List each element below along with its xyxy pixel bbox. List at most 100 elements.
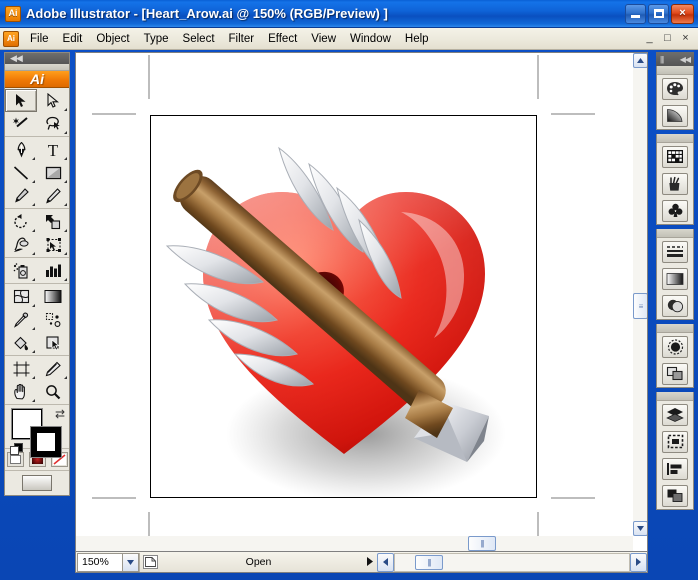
column-graph-tool[interactable]: [37, 259, 69, 282]
pen-tool[interactable]: [5, 138, 37, 161]
status-info[interactable]: Open: [139, 552, 377, 572]
crop-mark-bottom-left-v: [148, 512, 150, 536]
appearance-panel-icon[interactable]: [657, 333, 693, 360]
blend-tool[interactable]: [37, 308, 69, 331]
menu-item-object[interactable]: Object: [89, 31, 136, 47]
transparency-panel-icon[interactable]: [657, 292, 693, 319]
rectangle-tool[interactable]: [37, 161, 69, 184]
scroll-down-button[interactable]: [633, 521, 647, 536]
close-button[interactable]: ×: [671, 3, 694, 24]
symbol-sprayer-tool[interactable]: [5, 259, 37, 282]
screen-mode-button[interactable]: [22, 475, 52, 491]
menu-item-file[interactable]: File: [23, 31, 56, 47]
mdi-restore-button[interactable]: □: [659, 31, 676, 47]
gradient-fill-panel-icon[interactable]: [657, 265, 693, 292]
maximize-button[interactable]: [648, 3, 669, 24]
mesh-tool[interactable]: [5, 285, 37, 308]
menu-item-edit[interactable]: Edit: [56, 31, 90, 47]
horizontal-scrollbar-track[interactable]: [76, 536, 633, 551]
dock-tab[interactable]: [657, 66, 693, 75]
pencil-tool[interactable]: [37, 184, 69, 207]
artboards-panel-icon[interactable]: [657, 428, 693, 455]
minimize-button[interactable]: [625, 3, 646, 24]
screen-mode-buttons: [5, 471, 69, 495]
scale-tool[interactable]: [37, 210, 69, 233]
dock-group-layers: [656, 392, 694, 510]
live-paint-bucket-tool[interactable]: [5, 331, 37, 354]
eyedropper-tool[interactable]: [5, 308, 37, 331]
zoom-tool[interactable]: [37, 380, 69, 403]
lasso-tool[interactable]: [37, 112, 69, 135]
status-scroll-track[interactable]: |||: [394, 552, 630, 572]
slice-tool[interactable]: [37, 357, 69, 380]
direct-selection-tool[interactable]: [37, 89, 69, 112]
dock-group-appearance: [656, 324, 694, 388]
scroll-up-button[interactable]: [633, 53, 647, 68]
tool-group-symbols: [5, 258, 69, 285]
menu-item-filter[interactable]: Filter: [222, 31, 262, 47]
magic-wand-tool[interactable]: [5, 112, 37, 135]
svg-text:T: T: [48, 142, 59, 158]
dock-tab[interactable]: [657, 229, 693, 238]
mdi-window-controls: _ □ ×: [641, 31, 694, 47]
gradient-tool[interactable]: [37, 285, 69, 308]
zoom-level-dropdown[interactable]: 150%: [77, 552, 139, 572]
menu-item-type[interactable]: Type: [137, 31, 176, 47]
selection-tool[interactable]: [5, 89, 37, 113]
dock-collapse-bar[interactable]: ||| ◀◀: [656, 52, 694, 66]
dock-tab[interactable]: [657, 134, 693, 143]
crop-mark-bottom-right-h: [551, 497, 595, 499]
stroke-panel-icon[interactable]: [657, 238, 693, 265]
mdi-close-button[interactable]: ×: [677, 31, 694, 47]
chevron-down-icon[interactable]: [122, 553, 138, 571]
scroll-thumb-grip: |||: [480, 539, 484, 548]
menu-item-view[interactable]: View: [304, 31, 343, 47]
heart-arrow-artwork[interactable]: [151, 116, 537, 498]
mdi-minimize-button[interactable]: _: [641, 31, 658, 47]
tools-panel-collapse[interactable]: ◀◀: [5, 53, 69, 64]
dock-collapse-icon[interactable]: ◀◀: [680, 55, 691, 64]
tools-panel-tab[interactable]: [5, 64, 69, 72]
tool-group-selection: [5, 88, 69, 138]
paintbrush-tool[interactable]: [5, 184, 37, 207]
menu-item-help[interactable]: Help: [398, 31, 436, 47]
swatches-panel-icon[interactable]: [657, 143, 693, 170]
dock-group-swatches: [656, 134, 694, 225]
stroke-swatch[interactable]: [31, 427, 61, 458]
color-panel-icon[interactable]: [657, 75, 693, 102]
brushes-panel-icon[interactable]: [657, 170, 693, 197]
swap-fill-stroke-icon[interactable]: ⇄: [55, 407, 65, 421]
default-fill-stroke-icon[interactable]: [10, 443, 24, 457]
line-segment-tool[interactable]: [5, 161, 37, 184]
warp-tool[interactable]: [5, 233, 37, 256]
tool-group-transform: [5, 209, 69, 259]
gradient-panel-icon[interactable]: [657, 102, 693, 129]
zoom-level-value: 150%: [82, 556, 109, 568]
canvas-area[interactable]: [76, 53, 632, 536]
menu-item-select[interactable]: Select: [176, 31, 222, 47]
document-icon[interactable]: Ai: [3, 30, 19, 47]
menu-item-window[interactable]: Window: [343, 31, 398, 47]
free-transform-tool[interactable]: [37, 233, 69, 256]
menu-item-effect[interactable]: Effect: [261, 31, 304, 47]
layers-panel-icon[interactable]: [657, 401, 693, 428]
scroll-left-button[interactable]: [377, 552, 394, 572]
type-tool[interactable]: T: [37, 138, 69, 161]
artboard[interactable]: [150, 115, 537, 498]
live-paint-selection-tool[interactable]: [37, 331, 69, 354]
symbols-panel-icon[interactable]: [657, 197, 693, 224]
rotate-tool[interactable]: [5, 210, 37, 233]
align-panel-icon[interactable]: [657, 455, 693, 482]
dock-group-color: [656, 66, 694, 130]
tools-panel: ◀◀ Ai T ⇄: [4, 52, 70, 496]
scroll-thumb-horizontal[interactable]: |||: [415, 554, 443, 570]
graphic-styles-panel-icon[interactable]: [657, 360, 693, 387]
scroll-right-button[interactable]: [630, 552, 647, 572]
scroll-thumb-vertical[interactable]: ≡: [633, 293, 647, 319]
crop-area-tool[interactable]: [5, 357, 37, 380]
dock-tab[interactable]: [657, 392, 693, 401]
pathfinder-panel-icon[interactable]: [657, 482, 693, 509]
scroll-thumb-horizontal[interactable]: |||: [468, 536, 496, 551]
hand-tool[interactable]: [5, 380, 37, 403]
dock-tab[interactable]: [657, 324, 693, 333]
